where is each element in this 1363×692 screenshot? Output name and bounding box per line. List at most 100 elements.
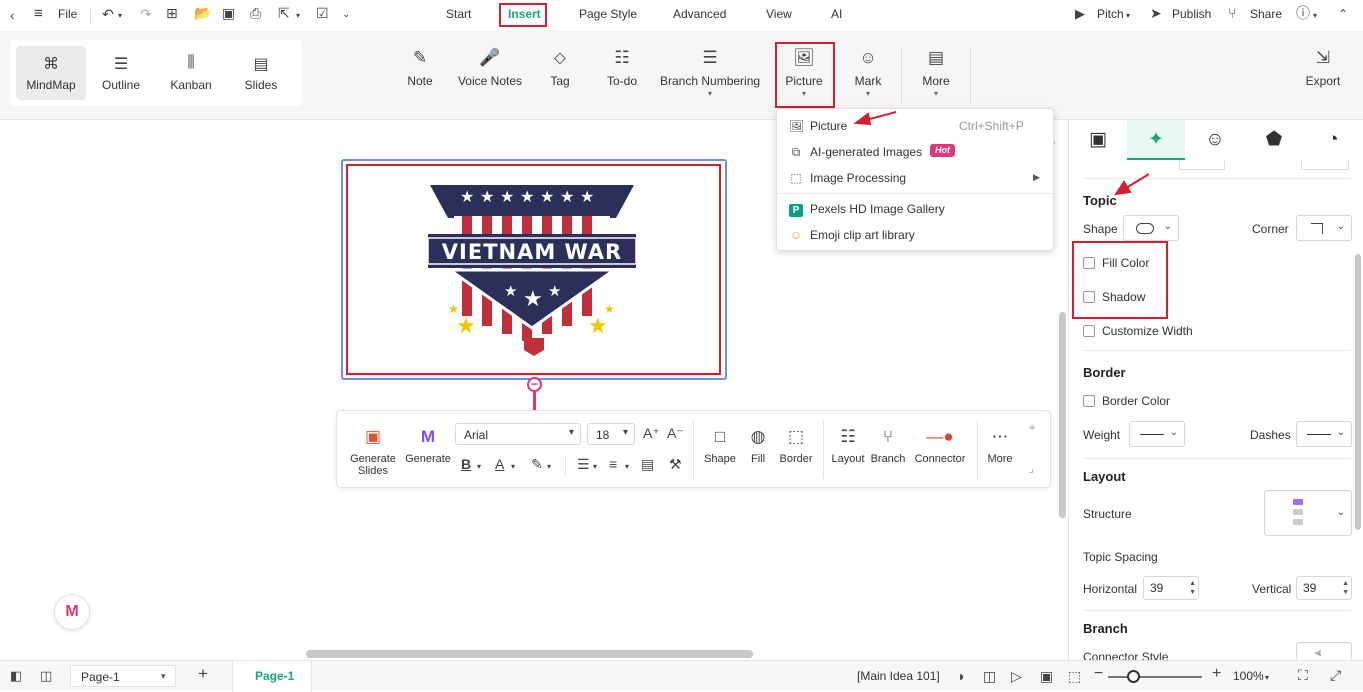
more-options-button[interactable]: ⋯ More (985, 427, 1015, 465)
zoom-slider[interactable] (1108, 676, 1202, 678)
page-select[interactable]: Page-1 ▾ (70, 665, 176, 687)
help-icon[interactable]: ⓘ (1296, 6, 1310, 20)
weight-select[interactable]: ⌄ (1129, 421, 1185, 447)
horizontal-scrollbar[interactable] (306, 650, 753, 658)
topic-image[interactable]: ★ ★ ★ ★ ★ ★ ★ ★ ★ ★ VIETNAM WAR ★ ★ ★ ★ (420, 178, 650, 363)
play-icon[interactable]: ▷ (1011, 669, 1022, 683)
more-chevron-icon[interactable]: ⌄ (342, 8, 350, 22)
view-kanban[interactable]: ⫼ Kanban (156, 46, 226, 100)
font-size-select[interactable]: 18 ▾ (587, 423, 635, 445)
collapse-branch-icon[interactable]: − (527, 377, 542, 392)
undo-icon[interactable]: ↶ (102, 7, 114, 21)
panel-scrollbar[interactable] (1355, 254, 1361, 530)
checkbox-icon[interactable]: ☑ (316, 6, 329, 20)
back-icon[interactable]: ‹ (10, 8, 15, 22)
decrease-font-icon[interactable]: A⁻ (667, 426, 684, 440)
fill-color-checkbox[interactable]: Fill Color (1083, 256, 1149, 270)
note-button[interactable]: ✎ Note (400, 44, 440, 88)
play-circle-icon[interactable]: ▶ (1075, 7, 1085, 21)
export-button[interactable]: ⇲ Export (1302, 44, 1344, 88)
font-color-dropdown-icon[interactable]: ▾ (511, 460, 515, 474)
vertical-scrollbar[interactable] (1059, 312, 1066, 518)
mark-button[interactable]: ☺ Mark ▾ (848, 44, 888, 98)
menu-item-emoji[interactable]: ☺ Emoji clip art library (789, 228, 915, 242)
export-file-icon[interactable]: ⇱ (278, 6, 290, 20)
border-button[interactable]: ⬚ Border (775, 427, 817, 465)
highlighter-dropdown-icon[interactable]: ▾ (547, 460, 551, 474)
export-dropdown-icon[interactable]: ▾ (296, 9, 300, 23)
stepper-arrows-icon[interactable]: ▲ ▼ (1342, 579, 1349, 597)
mark-dropdown-icon[interactable]: ▾ (848, 89, 888, 98)
generate-button[interactable]: M Generate (403, 427, 453, 465)
checkbox[interactable] (1083, 291, 1095, 303)
undo-dropdown-icon[interactable]: ▾ (118, 9, 122, 23)
format-painter-icon[interactable]: ⚒ (669, 457, 682, 471)
ai-assistant-icon[interactable]: M (54, 594, 90, 630)
increase-font-icon[interactable]: A⁺ (643, 426, 660, 440)
open-folder-icon[interactable]: 📂 (194, 6, 211, 20)
tab-advanced[interactable]: Advanced (673, 7, 726, 21)
hamburger-icon[interactable]: ≡ (34, 6, 43, 21)
voice-notes-button[interactable]: 🎤 Voice Notes (456, 44, 524, 88)
vertical-spacing-input[interactable]: 39 ▲ ▼ (1296, 576, 1352, 600)
shadow-checkbox[interactable]: Shadow (1083, 290, 1145, 304)
view-outline[interactable]: ☰ Outline (86, 46, 156, 100)
align-dropdown-icon[interactable]: ▾ (625, 460, 629, 474)
tab-page-style[interactable]: Page Style (579, 7, 637, 21)
line-spacing-dropdown-icon[interactable]: ▾ (593, 460, 597, 474)
print-icon[interactable]: ⎙ (250, 6, 261, 20)
connector-style-select[interactable]: ⪡ (1296, 642, 1352, 660)
tab-theme[interactable]: ⬟ (1245, 120, 1303, 160)
fill-button[interactable]: ◍ Fill (741, 427, 775, 465)
layout-button[interactable]: ☷ Layout (829, 427, 867, 465)
tab-start[interactable]: Start (446, 7, 471, 21)
text-box-icon[interactable]: ▤ (641, 457, 654, 471)
zoom-level[interactable]: 100% (1233, 669, 1264, 683)
todo-button[interactable]: ☷ To-do (600, 44, 644, 88)
connector-button[interactable]: —● Connector (911, 427, 969, 465)
dashes-select[interactable]: ⌄ (1296, 421, 1352, 447)
branch-button[interactable]: ⑂ Branch (869, 427, 907, 465)
border-color-checkbox[interactable]: Border Color (1083, 394, 1170, 408)
menu-item-image-processing[interactable]: ⬚ Image Processing (789, 171, 906, 185)
redo-icon[interactable]: ↷ (140, 7, 152, 21)
fit-screen-icon[interactable]: ⛶ (1298, 668, 1308, 682)
tab-mark[interactable]: ☺ (1186, 120, 1244, 160)
highlighter-icon[interactable]: ✎ (531, 457, 543, 471)
shape-select[interactable]: ⌄ (1123, 215, 1179, 241)
structure-select[interactable]: ⌄ (1264, 490, 1352, 536)
fit-icon[interactable]: ▣ (1040, 669, 1053, 683)
fullscreen-canvas-icon[interactable]: ⬚ (1068, 669, 1081, 683)
fullscreen-icon[interactable]: ⤢ (1330, 668, 1341, 682)
stepper-arrows-icon[interactable]: ▲ ▼ (1189, 579, 1196, 597)
checkbox[interactable] (1083, 395, 1095, 407)
more-button[interactable]: ▤ More ▾ (916, 44, 956, 98)
pitch-dropdown-icon[interactable]: ▾ (1126, 9, 1130, 23)
zoom-in-icon[interactable]: + (1212, 666, 1221, 682)
page-list-icon[interactable]: ◫ (40, 669, 52, 683)
checkbox[interactable] (1083, 257, 1095, 269)
view-slides[interactable]: ▤ Slides (226, 46, 296, 100)
menu-item-pexels[interactable]: P Pexels HD Image Gallery (789, 202, 945, 217)
tab-style[interactable]: ▣ (1069, 120, 1127, 160)
add-page-icon[interactable]: + (198, 665, 208, 682)
tab-view[interactable]: View (766, 7, 792, 21)
font-color-icon[interactable]: A (495, 457, 504, 471)
generate-slides-button[interactable]: ▣ Generate Slides (347, 427, 399, 477)
tag-button[interactable]: ⬦ Tag (542, 44, 578, 88)
horizontal-spacing-input[interactable]: 39 ▲ ▼ (1143, 576, 1199, 600)
branch-numbering-dropdown-icon[interactable]: ▾ (660, 89, 760, 98)
checkbox[interactable] (1083, 325, 1095, 337)
line-spacing-icon[interactable]: ☰ (577, 457, 590, 471)
collapse-ribbon-icon[interactable]: ⌃ (1338, 7, 1348, 21)
send-icon[interactable]: ➤ (1150, 6, 1162, 20)
align-icon[interactable]: ≡ (609, 457, 617, 471)
publish-button[interactable]: Publish (1172, 7, 1211, 21)
pin-icon[interactable]: ⌖ (1029, 421, 1035, 435)
tab-ai[interactable]: AI (831, 7, 842, 21)
branch-numbering-button[interactable]: ☰ Branch Numbering ▾ (660, 44, 760, 98)
share-icon[interactable]: ⑂ (1228, 6, 1236, 20)
menu-item-ai-images[interactable]: ⧉ AI-generated Images (789, 145, 922, 160)
view-mindmap[interactable]: ⌘ MindMap (16, 46, 86, 100)
save-icon[interactable]: ▣ (222, 6, 235, 20)
